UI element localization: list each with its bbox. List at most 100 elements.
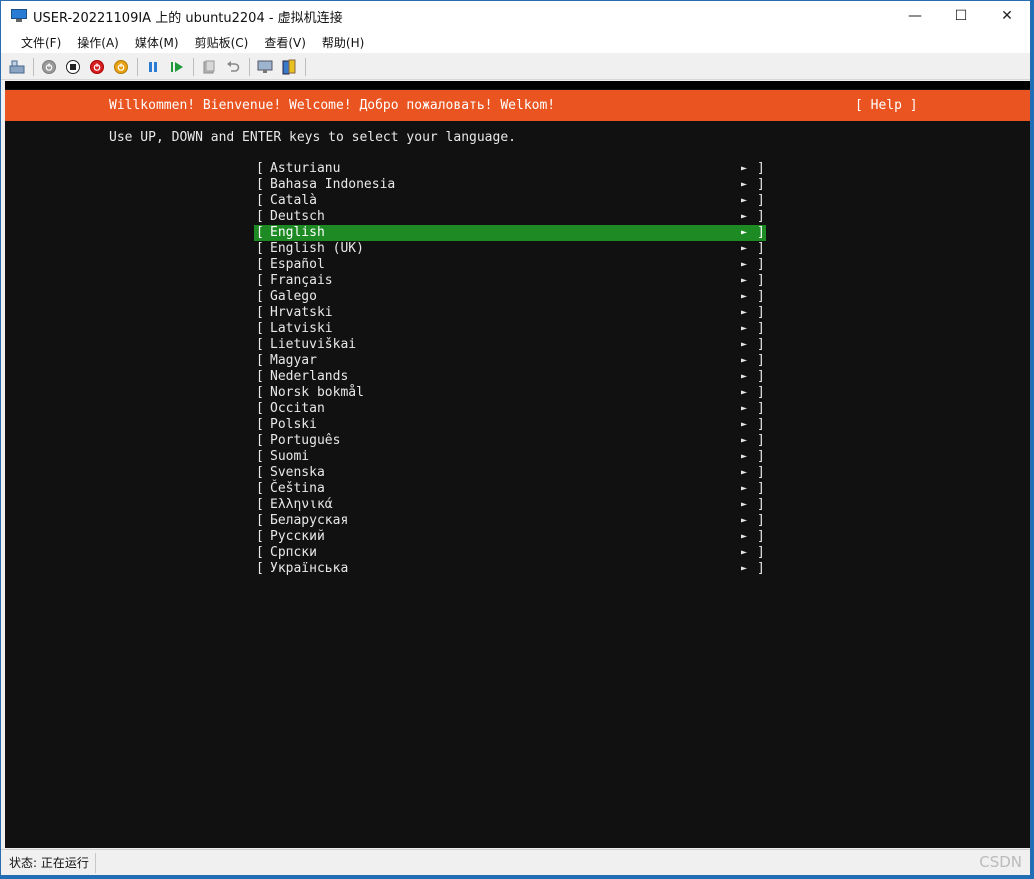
language-item[interactable]: [Nederlands ►] xyxy=(254,369,766,385)
language-name: Português xyxy=(270,433,341,448)
language-item[interactable]: [Suomi ►] xyxy=(254,449,766,465)
arrow-right-icon: ► xyxy=(741,275,748,286)
vm-display[interactable]: Willkommen! Bienvenue! Welcome! Добро по… xyxy=(5,81,1030,848)
language-name: Galego xyxy=(270,289,317,304)
title-bar[interactable]: USER-20221109IA 上的 ubuntu2204 - 虚拟机连接 — … xyxy=(1,1,1030,31)
share-button[interactable] xyxy=(279,57,299,77)
checkpoint-button[interactable] xyxy=(199,57,219,77)
bracket-left: [ xyxy=(256,401,264,416)
stop-icon xyxy=(66,59,80,74)
arrow-right-icon: ► xyxy=(741,531,748,542)
bracket-left: [ xyxy=(256,561,264,576)
menu-media[interactable]: 媒体(M) xyxy=(127,34,187,51)
toolbar-separator xyxy=(249,57,250,76)
bracket-right: ] xyxy=(757,209,765,224)
language-item[interactable]: [Norsk bokmål ►] xyxy=(254,385,766,401)
arrow-right-icon: ► xyxy=(741,483,748,494)
language-item[interactable]: [Magyar ►] xyxy=(254,353,766,369)
pause-button[interactable] xyxy=(143,57,163,77)
language-item[interactable]: [Español ►] xyxy=(254,257,766,273)
bracket-left: [ xyxy=(256,337,264,352)
turn-off-button[interactable] xyxy=(63,57,83,77)
language-name: Polski xyxy=(270,417,317,432)
language-name: Magyar xyxy=(270,353,317,368)
language-item[interactable]: [Deutsch ►] xyxy=(254,209,766,225)
screen-top-strip xyxy=(5,81,1030,89)
language-name: English (UK) xyxy=(270,241,364,256)
ctrl-alt-del-button[interactable] xyxy=(7,57,27,77)
language-item[interactable]: [Occitan ►] xyxy=(254,401,766,417)
language-item[interactable]: [English ►] xyxy=(254,225,766,241)
language-name: Nederlands xyxy=(270,369,349,384)
language-item[interactable]: [Ελληνικά ►] xyxy=(254,497,766,513)
start-button[interactable] xyxy=(39,57,59,77)
language-item[interactable]: [English (UK) ►] xyxy=(254,241,766,257)
monitor-icon xyxy=(257,60,273,73)
language-item[interactable]: [Српски ►] xyxy=(254,545,766,561)
language-item[interactable]: [Русский ►] xyxy=(254,529,766,545)
revert-icon xyxy=(227,60,240,72)
language-name: Ελληνικά xyxy=(270,497,333,512)
bracket-left: [ xyxy=(256,465,264,480)
language-name: Українська xyxy=(270,561,349,576)
bracket-left: [ xyxy=(256,289,264,304)
checkpoint-icon xyxy=(203,60,215,73)
menu-file[interactable]: 文件(F) xyxy=(13,34,69,51)
bracket-right: ] xyxy=(757,369,765,384)
help-button[interactable]: [ Help ] xyxy=(855,98,918,113)
bracket-left: [ xyxy=(256,433,264,448)
bracket-right: ] xyxy=(757,401,765,416)
bracket-right: ] xyxy=(757,241,765,256)
language-item[interactable]: [Polski ►] xyxy=(254,417,766,433)
toolbar-separator xyxy=(137,57,138,76)
language-item[interactable]: [Català ►] xyxy=(254,193,766,209)
menu-clipboard[interactable]: 剪贴板(C) xyxy=(187,34,257,51)
bracket-right: ] xyxy=(757,257,765,272)
language-item[interactable]: [Lietuviškai ►] xyxy=(254,337,766,353)
power-icon xyxy=(114,59,128,74)
language-item[interactable]: [Português ►] xyxy=(254,433,766,449)
language-item[interactable]: [Українська ►] xyxy=(254,561,766,577)
bracket-left: [ xyxy=(256,385,264,400)
bracket-left: [ xyxy=(256,193,264,208)
language-item[interactable]: [Asturianu ►] xyxy=(254,161,766,177)
language-name: Occitan xyxy=(270,401,325,416)
save-state-button[interactable] xyxy=(111,57,131,77)
language-name: Suomi xyxy=(270,449,310,464)
bracket-right: ] xyxy=(757,193,765,208)
toolbar-separator xyxy=(305,57,306,76)
bracket-left: [ xyxy=(256,513,264,528)
language-name: Lietuviškai xyxy=(270,337,357,352)
resume-button[interactable] xyxy=(167,57,187,77)
language-name: Latviski xyxy=(270,321,333,336)
vm-monitor-icon xyxy=(11,9,27,23)
minimize-button[interactable]: — xyxy=(892,1,938,31)
bracket-right: ] xyxy=(757,465,765,480)
bracket-left: [ xyxy=(256,257,264,272)
language-item[interactable]: [Galego ►] xyxy=(254,289,766,305)
language-item[interactable]: [Svenska ►] xyxy=(254,465,766,481)
language-item[interactable]: [Latviski ►] xyxy=(254,321,766,337)
revert-button[interactable] xyxy=(223,57,243,77)
language-name: Беларуская xyxy=(270,513,349,528)
menu-action[interactable]: 操作(A) xyxy=(69,34,127,51)
arrow-right-icon: ► xyxy=(741,307,748,318)
bracket-right: ] xyxy=(757,417,765,432)
close-button[interactable]: ✕ xyxy=(984,1,1030,31)
language-item[interactable]: [Hrvatski ►] xyxy=(254,305,766,321)
maximize-button[interactable]: ☐ xyxy=(938,1,984,31)
menu-view[interactable]: 查看(V) xyxy=(256,34,314,51)
arrow-right-icon: ► xyxy=(741,259,748,270)
bracket-right: ] xyxy=(757,273,765,288)
language-item[interactable]: [Беларуская ►] xyxy=(254,513,766,529)
shutdown-icon xyxy=(90,59,104,74)
language-item[interactable]: [Čeština ►] xyxy=(254,481,766,497)
language-item[interactable]: [Français ►] xyxy=(254,273,766,289)
menu-help[interactable]: 帮助(H) xyxy=(314,34,372,51)
bracket-left: [ xyxy=(256,449,264,464)
enhanced-session-button[interactable] xyxy=(255,57,275,77)
language-item[interactable]: [Bahasa Indonesia ►] xyxy=(254,177,766,193)
shut-down-button[interactable] xyxy=(87,57,107,77)
arrow-right-icon: ► xyxy=(741,355,748,366)
bracket-left: [ xyxy=(256,209,264,224)
